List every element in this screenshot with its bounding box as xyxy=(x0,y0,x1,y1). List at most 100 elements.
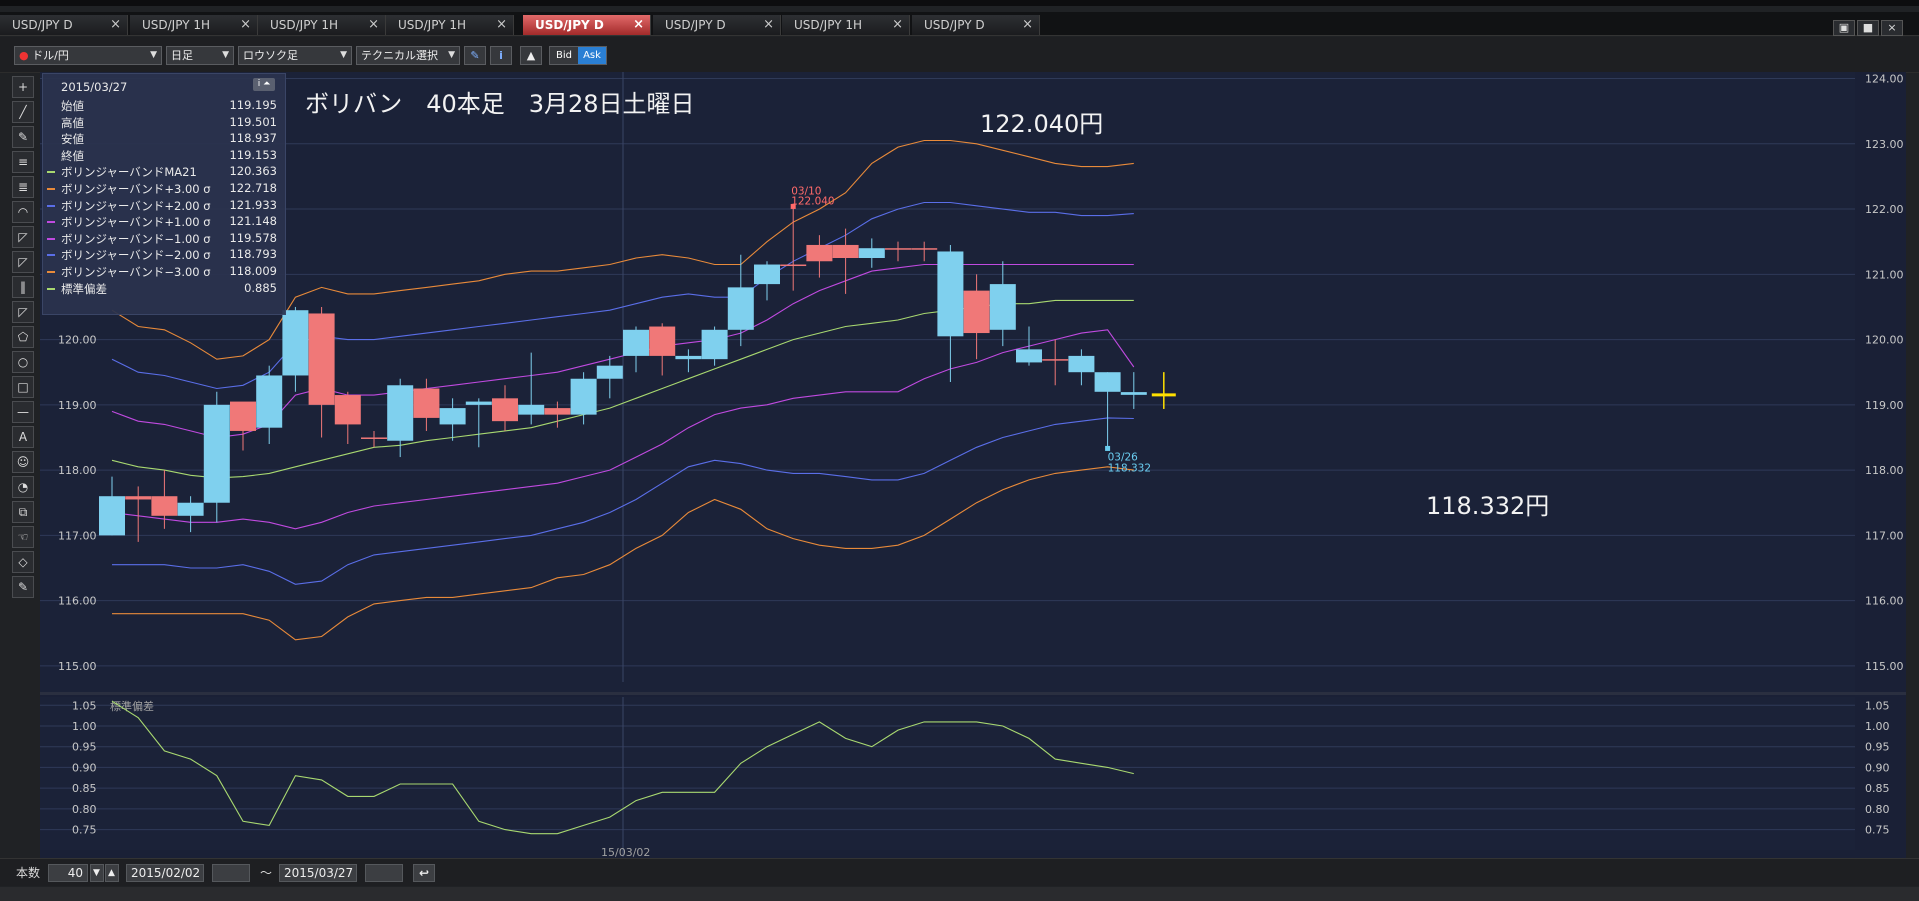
chart-style-select[interactable]: ロウソク足 ▼ xyxy=(238,46,352,65)
draw-button[interactable]: ✎ xyxy=(464,46,486,65)
to-date-input[interactable]: 2015/03/27 xyxy=(279,864,357,882)
series-color-swatch xyxy=(47,271,55,273)
close-icon[interactable]: × xyxy=(633,15,644,35)
candle-body xyxy=(230,401,256,431)
sub-y-tick-left: 1.00 xyxy=(72,720,97,733)
y-tick-right: 116.00 xyxy=(1865,595,1904,608)
technical-select-value: テクニカル選択 xyxy=(361,49,438,62)
crosshair-icon[interactable]: + xyxy=(12,76,34,98)
close-icon[interactable]: × xyxy=(763,15,774,35)
pitchfork-icon[interactable]: ◸ xyxy=(12,301,34,323)
info-row: ボリンジャーバンドMA21 120.363 xyxy=(43,164,287,180)
info-row-label: ボリンジャーバンド+1.00 σ xyxy=(61,215,211,230)
timeframe-select[interactable]: 日足 ▼ xyxy=(166,46,234,65)
y-tick-left: 120.00 xyxy=(58,334,97,347)
chevron-down-icon: ▼ xyxy=(448,50,455,60)
apply-range-button[interactable]: ↩ xyxy=(413,864,435,882)
close-window-icon[interactable]: × xyxy=(1881,20,1903,36)
vertical-lines-icon[interactable]: ‖ xyxy=(12,276,34,298)
area-chart-button[interactable]: ▲ xyxy=(520,46,542,65)
candle-body xyxy=(151,496,178,516)
tab-6[interactable]: USD/JPY 1H × xyxy=(782,15,910,35)
sub-y-tick-right: 0.90 xyxy=(1865,761,1890,774)
candle-body xyxy=(282,310,309,376)
eraser-icon[interactable]: ◇ xyxy=(12,551,34,573)
close-icon[interactable]: × xyxy=(240,15,251,35)
pentagon-icon[interactable]: ⬠ xyxy=(12,326,34,348)
window-controls: ▣ ■ × xyxy=(1831,16,1903,36)
candle-body xyxy=(544,408,571,415)
to-time-input[interactable] xyxy=(365,864,403,882)
currency-pair-select[interactable]: ● ドル/円 ▼ xyxy=(14,46,162,65)
smiley-icon[interactable]: ☺ xyxy=(12,451,34,473)
candle-body xyxy=(1016,349,1042,363)
close-icon[interactable]: × xyxy=(892,15,903,35)
horizontal-lines-icon[interactable]: ≡ xyxy=(12,151,34,173)
price-chart[interactable]: 124.00 123.00 122.00 121.00 120.00 120.00 119.… xyxy=(40,72,1906,858)
x-date-label: 15/03/02 xyxy=(601,846,650,858)
tab-7[interactable]: USD/JPY D × xyxy=(912,15,1040,35)
status-strip xyxy=(0,887,1919,901)
tab-4[interactable]: USD/JPY D × xyxy=(523,15,651,35)
close-icon[interactable]: × xyxy=(496,15,507,35)
tab-5[interactable]: USD/JPY D × xyxy=(653,15,781,35)
sub-y-tick-left: 1.05 xyxy=(72,699,97,712)
info-row-label: ボリンジャーバンド+3.00 σ xyxy=(61,182,211,196)
from-date-input[interactable]: 2015/02/02 xyxy=(126,864,204,882)
info-row-label: 高値 xyxy=(61,115,84,130)
info-row-label: 標準偏差 xyxy=(61,281,107,296)
bid-ask-toggle[interactable]: Bid Ask xyxy=(549,46,607,65)
tab-0[interactable]: USD/JPY D × xyxy=(0,15,128,35)
chevron-down-icon: ▼ xyxy=(150,50,157,60)
info-row-value: 118.937 xyxy=(229,131,277,146)
hand-icon[interactable]: ☜ xyxy=(12,526,34,548)
circle-icon[interactable]: ○ xyxy=(12,351,34,373)
info-button[interactable]: i xyxy=(490,46,512,65)
info-row-value: 119.153 xyxy=(229,147,277,162)
hline-icon[interactable]: — xyxy=(12,401,34,423)
fan-icon[interactable]: ◸ xyxy=(12,226,34,248)
pen-icon[interactable]: ✎ xyxy=(12,576,34,598)
line-icon[interactable]: ╱ xyxy=(12,101,34,123)
sub-y-tick-right: 1.05 xyxy=(1865,699,1890,712)
chart-area[interactable]: 124.00 123.00 122.00 121.00 120.00 120.00 119.… xyxy=(40,72,1906,858)
technical-select[interactable]: テクニカル選択 ▼ xyxy=(356,46,460,65)
ask-button[interactable]: Ask xyxy=(578,47,606,64)
candle-body xyxy=(361,437,387,439)
mountain-icon: ▲ xyxy=(526,49,536,62)
candle-body xyxy=(570,378,597,415)
text-icon[interactable]: A xyxy=(12,426,34,448)
tab-2[interactable]: USD/JPY 1H × xyxy=(258,15,386,35)
pie-icon[interactable]: ◔ xyxy=(12,476,34,498)
y-tick-left: 115.00 xyxy=(58,660,97,673)
copy-icon[interactable]: ⧉ xyxy=(12,501,34,523)
candle-body xyxy=(911,248,938,250)
info-row-label: ボリンジャーバンド−3.00 σ xyxy=(61,265,211,279)
chart-toolbar: ● ドル/円 ▼ 日足 ▼ ロウソク足 ▼ テクニカル選択 ▼ ✎ i ▲ Bi… xyxy=(0,37,1919,73)
candle-body xyxy=(727,287,754,330)
close-icon[interactable]: × xyxy=(1022,15,1033,35)
minimize-icon[interactable]: ■ xyxy=(1857,20,1879,36)
tab-3[interactable]: USD/JPY 1H × xyxy=(386,15,514,35)
ruler-icon[interactable]: ✎ xyxy=(12,126,34,148)
maximize-icon[interactable]: ▣ xyxy=(1833,20,1855,36)
multi-lines-icon[interactable]: ≣ xyxy=(12,176,34,198)
close-icon[interactable]: × xyxy=(368,15,379,35)
arc-icon[interactable]: ◠ xyxy=(12,201,34,223)
candle-body xyxy=(780,264,807,267)
bid-button[interactable]: Bid xyxy=(550,47,578,64)
tab-1[interactable]: USD/JPY 1H × xyxy=(130,15,258,35)
count-input[interactable]: 40 xyxy=(48,864,88,882)
close-icon[interactable]: × xyxy=(110,15,121,35)
y-tick-right: 115.00 xyxy=(1865,660,1904,673)
from-time-input[interactable] xyxy=(212,864,250,882)
count-down-button[interactable]: ▼ xyxy=(90,864,104,882)
count-up-button[interactable]: ▲ xyxy=(105,864,119,882)
tab-label: USD/JPY 1H xyxy=(794,18,862,32)
fan2-icon[interactable]: ◸ xyxy=(12,251,34,273)
sub-y-tick-right: 0.95 xyxy=(1865,741,1890,754)
info-collapse-button[interactable]: i ⏶ xyxy=(253,78,275,91)
rectangle-icon[interactable]: □ xyxy=(12,376,34,398)
info-row-value: 121.933 xyxy=(229,197,277,212)
info-panel: 2015/03/27 i ⏶ 始値 119.195 高値 119.501 安値 118.9… xyxy=(42,73,286,315)
